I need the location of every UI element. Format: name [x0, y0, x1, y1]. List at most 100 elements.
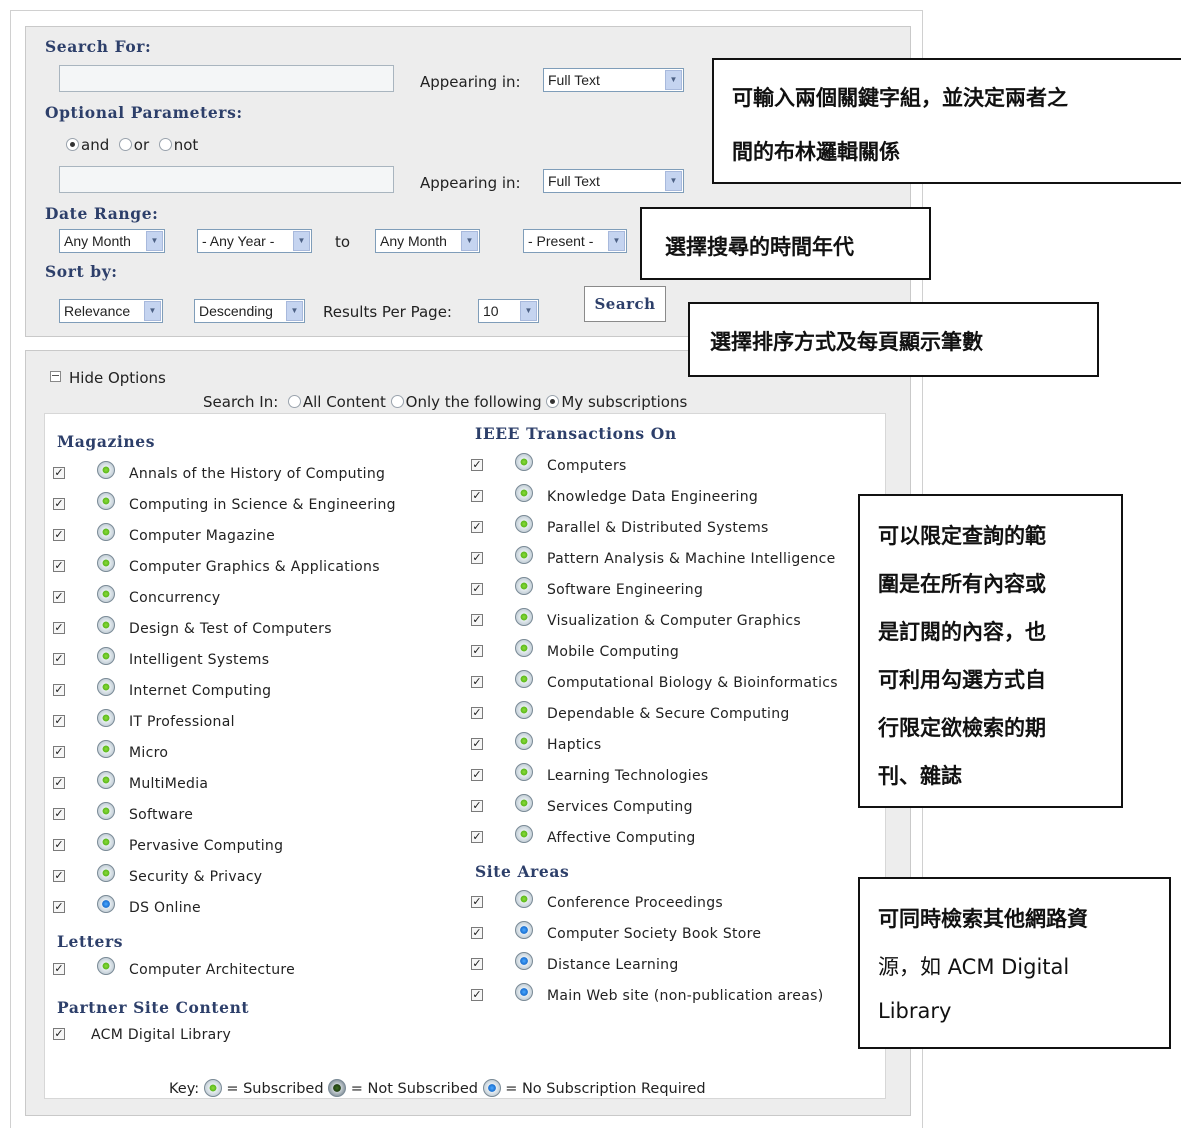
publication-checkbox[interactable]: ✓ — [53, 870, 65, 882]
publication-checkbox[interactable]: ✓ — [471, 676, 483, 688]
keyword1-input[interactable] — [59, 65, 394, 92]
publication-checkbox[interactable]: ✓ — [471, 459, 483, 471]
options-panel: Hide Options Search In: All Content Only… — [25, 350, 911, 1116]
collapse-icon — [50, 371, 61, 382]
publication-checkbox[interactable]: ✓ — [471, 583, 483, 595]
publication-checkbox[interactable]: ✓ — [471, 490, 483, 502]
publication-checkbox[interactable]: ✓ — [53, 591, 65, 603]
chevron-down-icon: ▼ — [665, 171, 682, 191]
publication-checkbox[interactable]: ✓ — [53, 467, 65, 479]
optional-parameters-heading: Optional Parameters: — [45, 103, 243, 122]
publication-checkbox[interactable]: ✓ — [53, 808, 65, 820]
to-year-value: - Present - — [528, 233, 594, 249]
sort-field-value: Relevance — [64, 303, 131, 319]
publication-checkbox[interactable]: ✓ — [471, 927, 483, 939]
publication-checkbox[interactable]: ✓ — [53, 622, 65, 634]
publication-checkbox[interactable]: ✓ — [471, 800, 483, 812]
subscribed-icon — [515, 763, 533, 781]
publication-checkbox[interactable]: ✓ — [471, 896, 483, 908]
callout-scope: 可以限定查詢的範 圍是在所有內容或 是訂閱的內容，也 可利用勾選方式自 行限定欲… — [858, 494, 1123, 808]
publication-checkbox[interactable]: ✓ — [53, 715, 65, 727]
keyword2-input[interactable] — [59, 166, 394, 193]
sort-by-heading: Sort by: — [45, 262, 118, 281]
transactions-heading: IEEE Transactions On — [475, 424, 677, 443]
publication-checkbox[interactable]: ✓ — [471, 707, 483, 719]
to-month-select[interactable]: Any Month ▼ — [375, 229, 480, 253]
field1-select[interactable]: Full Text ▼ — [543, 68, 684, 92]
publication-checkbox[interactable]: ✓ — [53, 839, 65, 851]
search-in-label: Search In: — [203, 393, 279, 411]
chevron-down-icon: ▼ — [144, 301, 161, 321]
publication-checkbox[interactable]: ✓ — [53, 1028, 65, 1040]
publication-checkbox[interactable]: ✓ — [471, 958, 483, 970]
publication-label: Computer Architecture — [129, 962, 296, 978]
radio-not[interactable] — [158, 138, 172, 151]
from-month-value: Any Month — [64, 233, 131, 249]
from-month-select[interactable]: Any Month ▼ — [59, 229, 165, 253]
publication-checkbox[interactable]: ✓ — [471, 552, 483, 564]
publication-checkbox[interactable]: ✓ — [53, 684, 65, 696]
callout-line: 可同時檢索其他網路資 — [878, 907, 1088, 931]
per-page-select[interactable]: 10 ▼ — [478, 299, 539, 323]
hide-options-toggle[interactable]: Hide Options — [50, 369, 166, 387]
results-per-page-label: Results Per Page: — [323, 303, 452, 321]
letters-heading: Letters — [57, 932, 124, 951]
from-year-select[interactable]: - Any Year - ▼ — [197, 229, 312, 253]
radio-my-subscriptions[interactable] — [546, 395, 560, 408]
publication-checkbox[interactable]: ✓ — [471, 521, 483, 533]
chevron-down-icon: ▼ — [146, 231, 163, 251]
publication-checkbox[interactable]: ✓ — [471, 831, 483, 843]
publication-label: Design & Test of Computers — [129, 621, 332, 637]
subscribed-icon — [515, 732, 533, 750]
publication-checkbox[interactable]: ✓ — [53, 746, 65, 758]
subscribed-icon — [97, 771, 115, 789]
sort-field-select[interactable]: Relevance ▼ — [59, 299, 163, 323]
from-year-value: - Any Year - — [202, 233, 275, 249]
radio-and[interactable] — [66, 138, 79, 151]
no-subscription-icon — [515, 952, 533, 970]
magazines-heading: Magazines — [57, 432, 156, 451]
sort-order-select[interactable]: Descending ▼ — [194, 299, 305, 323]
no-subscription-icon — [97, 895, 115, 913]
publication-checkbox[interactable]: ✓ — [53, 653, 65, 665]
chevron-down-icon: ▼ — [293, 231, 310, 251]
publication-checkbox[interactable]: ✓ — [53, 777, 65, 789]
field2-select[interactable]: Full Text ▼ — [543, 169, 684, 193]
publication-checkbox[interactable]: ✓ — [53, 529, 65, 541]
publication-label: Services Computing — [547, 799, 693, 815]
all-content-label: All Content — [302, 393, 386, 411]
publication-label: Distance Learning — [547, 957, 679, 973]
subscribed-icon — [97, 802, 115, 820]
search-button[interactable]: Search — [584, 286, 666, 322]
subscribed-icon — [97, 864, 115, 882]
appearing-in-label-2: Appearing in: — [420, 174, 521, 192]
publication-checkbox[interactable]: ✓ — [471, 738, 483, 750]
publication-checkbox[interactable]: ✓ — [471, 769, 483, 781]
publication-checkbox[interactable]: ✓ — [53, 498, 65, 510]
publication-checkbox[interactable]: ✓ — [471, 645, 483, 657]
publication-checkbox[interactable]: ✓ — [53, 963, 65, 975]
publication-label: Micro — [129, 745, 169, 761]
publication-label: Conference Proceedings — [547, 895, 724, 911]
subscribed-icon — [515, 825, 533, 843]
chevron-down-icon: ▼ — [665, 70, 682, 90]
publication-checkbox[interactable]: ✓ — [53, 560, 65, 572]
publication-label: Dependable & Secure Computing — [547, 706, 790, 722]
publication-checkbox[interactable]: ✓ — [471, 989, 483, 1001]
key-not-subscribed: = Not Subscribed — [350, 1081, 478, 1097]
radio-only-following[interactable] — [390, 395, 404, 408]
callout-boolean: 可輸入兩個關鍵字組，並決定兩者之 間的布林邏輯關係 — [712, 58, 1181, 184]
subscribed-icon — [97, 957, 115, 975]
callout-sort: 選擇排序方式及每頁顯示筆數 — [688, 302, 1099, 377]
no-subscription-icon — [482, 1079, 501, 1097]
subscribed-icon — [515, 515, 533, 533]
publication-checkbox[interactable]: ✓ — [53, 901, 65, 913]
radio-and-label: and — [81, 136, 110, 154]
to-year-select[interactable]: - Present - ▼ — [523, 229, 627, 253]
publication-label: Intelligent Systems — [129, 652, 270, 668]
subscribed-icon — [97, 554, 115, 572]
radio-or[interactable] — [118, 138, 132, 151]
callout-line: 是訂閱的內容，也 — [878, 620, 1046, 644]
radio-all-content[interactable] — [287, 395, 301, 408]
publication-checkbox[interactable]: ✓ — [471, 614, 483, 626]
